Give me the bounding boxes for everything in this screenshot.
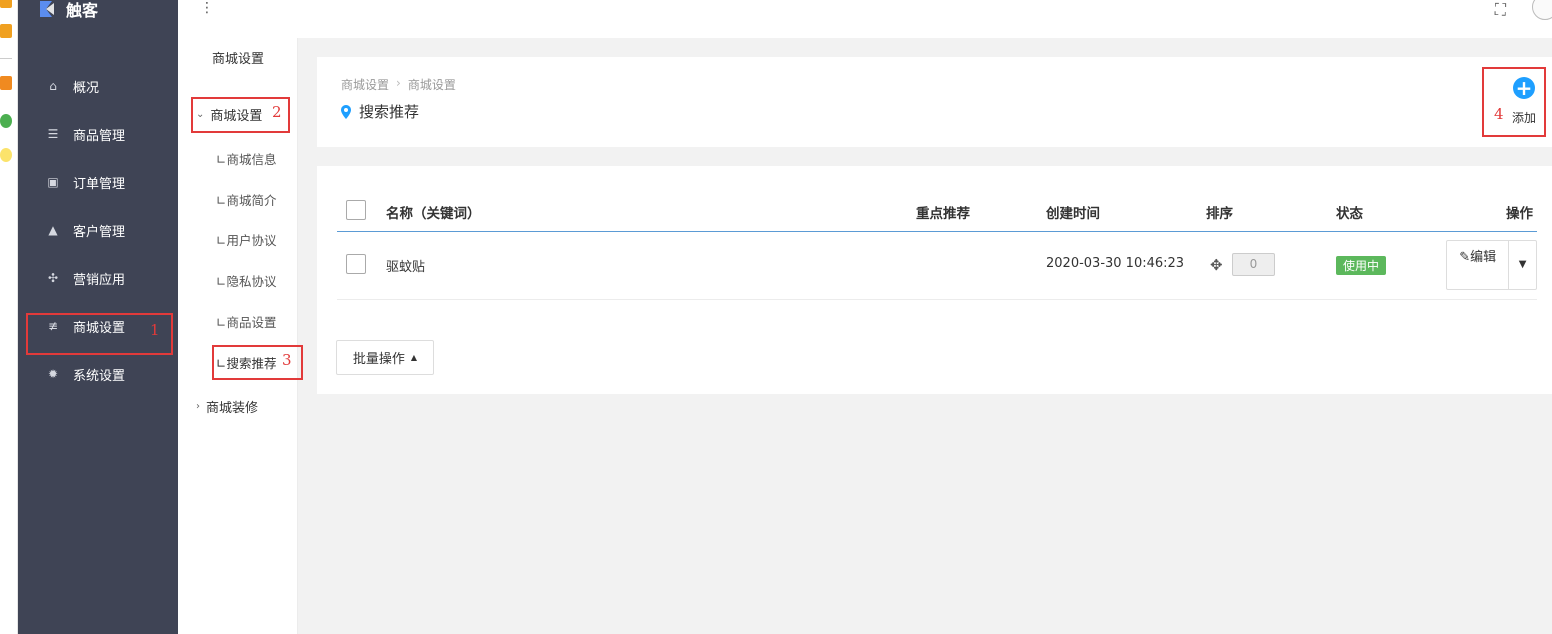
column-header-created: 创建时间 [1046, 206, 1100, 222]
column-header-status: 状态 [1336, 206, 1363, 222]
breadcrumb: 商城设置 › 商城设置 [341, 76, 456, 93]
sidebar-item-label: 营销应用 [73, 272, 126, 288]
annotation-number-1: 1 [150, 321, 160, 339]
brand-logo-icon [40, 1, 54, 17]
puzzle-icon: ✣ [47, 271, 59, 285]
chevron-down-icon: ⌄ [196, 109, 205, 120]
page-title-text: 搜索推荐 [359, 103, 420, 121]
brand-name: 触客 [66, 1, 99, 20]
sidebar-item-label: 订单管理 [73, 176, 126, 192]
column-header-sort: 排序 [1206, 206, 1233, 222]
sidebar-item-label: 概况 [73, 80, 100, 96]
add-button[interactable]: + 添加 [1510, 77, 1538, 126]
column-header-actions: 操作 [1506, 206, 1533, 222]
sidebar-item-label: 商品管理 [73, 128, 126, 144]
column-header-name: 名称（关键词） [386, 206, 481, 222]
sort-input[interactable]: 0 [1232, 253, 1275, 276]
drag-move-icon[interactable]: ✥ [1210, 256, 1223, 274]
sidebar-item-label: 商城设置 [73, 320, 126, 336]
row-actions: ✎编辑 ▼ [1446, 240, 1537, 290]
sidebar-item-customers[interactable]: ▲ 客户管理 [18, 210, 178, 250]
subnav-title: 商城设置 [211, 52, 264, 67]
user-icon: ▲ [48, 223, 58, 237]
subnav-group-store-decoration[interactable]: › 商城装修 [196, 397, 258, 416]
gear-icon: ✹ [47, 367, 59, 381]
sidebar-item-orders[interactable]: ▣ 订单管理 [18, 162, 178, 202]
status-badge: 使用中 [1336, 256, 1387, 275]
sidebar-item-marketing[interactable]: ✣ 营销应用 [18, 258, 178, 298]
edit-icon: ✎ [1459, 250, 1471, 265]
weather-icon[interactable] [0, 148, 12, 162]
sidebar-item-system-settings[interactable]: ✹ 系统设置 [18, 354, 178, 394]
list-icon: ☰ [47, 127, 59, 141]
clipboard-icon: ▣ [47, 175, 59, 189]
breadcrumb-item[interactable]: 商城设置 [408, 76, 456, 93]
table-card: 名称（关键词） 重点推荐 创建时间 排序 状态 操作 驱蚊贴 2020-03-3… [317, 166, 1552, 394]
subnav-item-user-agreement[interactable]: ∟用户协议 [216, 230, 276, 249]
cell-name: 驱蚊贴 [386, 260, 426, 275]
sidebar-item-overview[interactable]: ⌂ 概况 [18, 66, 178, 106]
sidebar-item-label: 系统设置 [73, 368, 126, 384]
column-header-featured: 重点推荐 [916, 206, 970, 222]
breadcrumb-item[interactable]: 商城设置 [341, 76, 389, 93]
add-button-label: 添加 [1511, 111, 1536, 125]
chevron-right-icon: › [196, 401, 200, 412]
annotation-number-2: 2 [272, 103, 282, 121]
secondary-sidebar: 商城设置 ⌄ 商城设置 ∟商城信息 ∟商城简介 ∟用户协议 ∟隐私协议 ∟商品设… [178, 38, 298, 634]
sidebar-item-label: 客户管理 [73, 224, 126, 240]
table-header: 名称（关键词） 重点推荐 创建时间 排序 状态 操作 [337, 192, 1537, 232]
page-header: 商城设置 › 商城设置 搜索推荐 + 添加 [317, 57, 1552, 147]
annotation-number-4: 4 [1494, 105, 1504, 123]
top-bar: ⋮ ⛶ [178, 0, 1552, 38]
row-checkbox[interactable] [346, 254, 366, 274]
edit-button[interactable]: ✎编辑 [1447, 241, 1510, 289]
subnav-item-search-recommend[interactable]: ∟搜索推荐 [216, 353, 276, 372]
note-icon[interactable] [0, 24, 12, 38]
batch-actions-button[interactable]: 批量操作 ▲ [336, 340, 434, 375]
subnav-group-label: 商城装修 [206, 401, 259, 416]
subnav-item-store-info[interactable]: ∟商城信息 [216, 149, 276, 168]
table-row: 驱蚊贴 2020-03-30 10:46:23 ✥ 0 使用中 ✎编辑 ▼ [337, 232, 1537, 300]
browser-side-strip [0, 0, 18, 634]
main-sidebar: 触客 ⌂ 概况 ☰ 商品管理 ▣ 订单管理 ▲ 客户管理 ✣ 营销应用 ≢ 商城… [18, 0, 178, 634]
refresh-icon[interactable] [0, 114, 12, 128]
menu-toggle-icon[interactable]: ⋮ [200, 1, 214, 15]
cell-created: 2020-03-30 10:46:23 [1046, 256, 1185, 271]
store-icon: ≢ [47, 319, 59, 333]
bookmark-icon[interactable] [0, 0, 12, 8]
rss-icon[interactable] [0, 76, 12, 90]
avatar[interactable] [1532, 0, 1552, 20]
breadcrumb-separator-icon: › [396, 76, 401, 90]
caret-down-icon[interactable]: ▼ [1509, 241, 1536, 289]
strip-divider [0, 58, 12, 59]
subnav-group-label: 商城设置 [210, 109, 263, 124]
subnav-item-privacy-policy[interactable]: ∟隐私协议 [216, 271, 276, 290]
edit-button-label: 编辑 [1470, 250, 1497, 265]
select-all-checkbox[interactable] [346, 200, 366, 220]
brand[interactable]: 触客 [36, 0, 98, 24]
home-icon: ⌂ [49, 79, 57, 93]
location-pin-icon [341, 104, 351, 119]
plus-circle-icon: + [1513, 77, 1535, 99]
batch-actions-label: 批量操作 [352, 352, 405, 367]
page-title: 搜索推荐 [341, 101, 419, 122]
subnav-item-product-settings[interactable]: ∟商品设置 [216, 312, 276, 331]
subnav-item-store-intro[interactable]: ∟商城简介 [216, 190, 276, 209]
fullscreen-icon[interactable]: ⛶ [1495, 0, 1506, 20]
subnav-group-store-settings[interactable]: ⌄ 商城设置 [196, 105, 262, 124]
caret-up-icon: ▲ [410, 353, 418, 362]
sidebar-item-products[interactable]: ☰ 商品管理 [18, 114, 178, 154]
annotation-number-3: 3 [282, 351, 292, 369]
